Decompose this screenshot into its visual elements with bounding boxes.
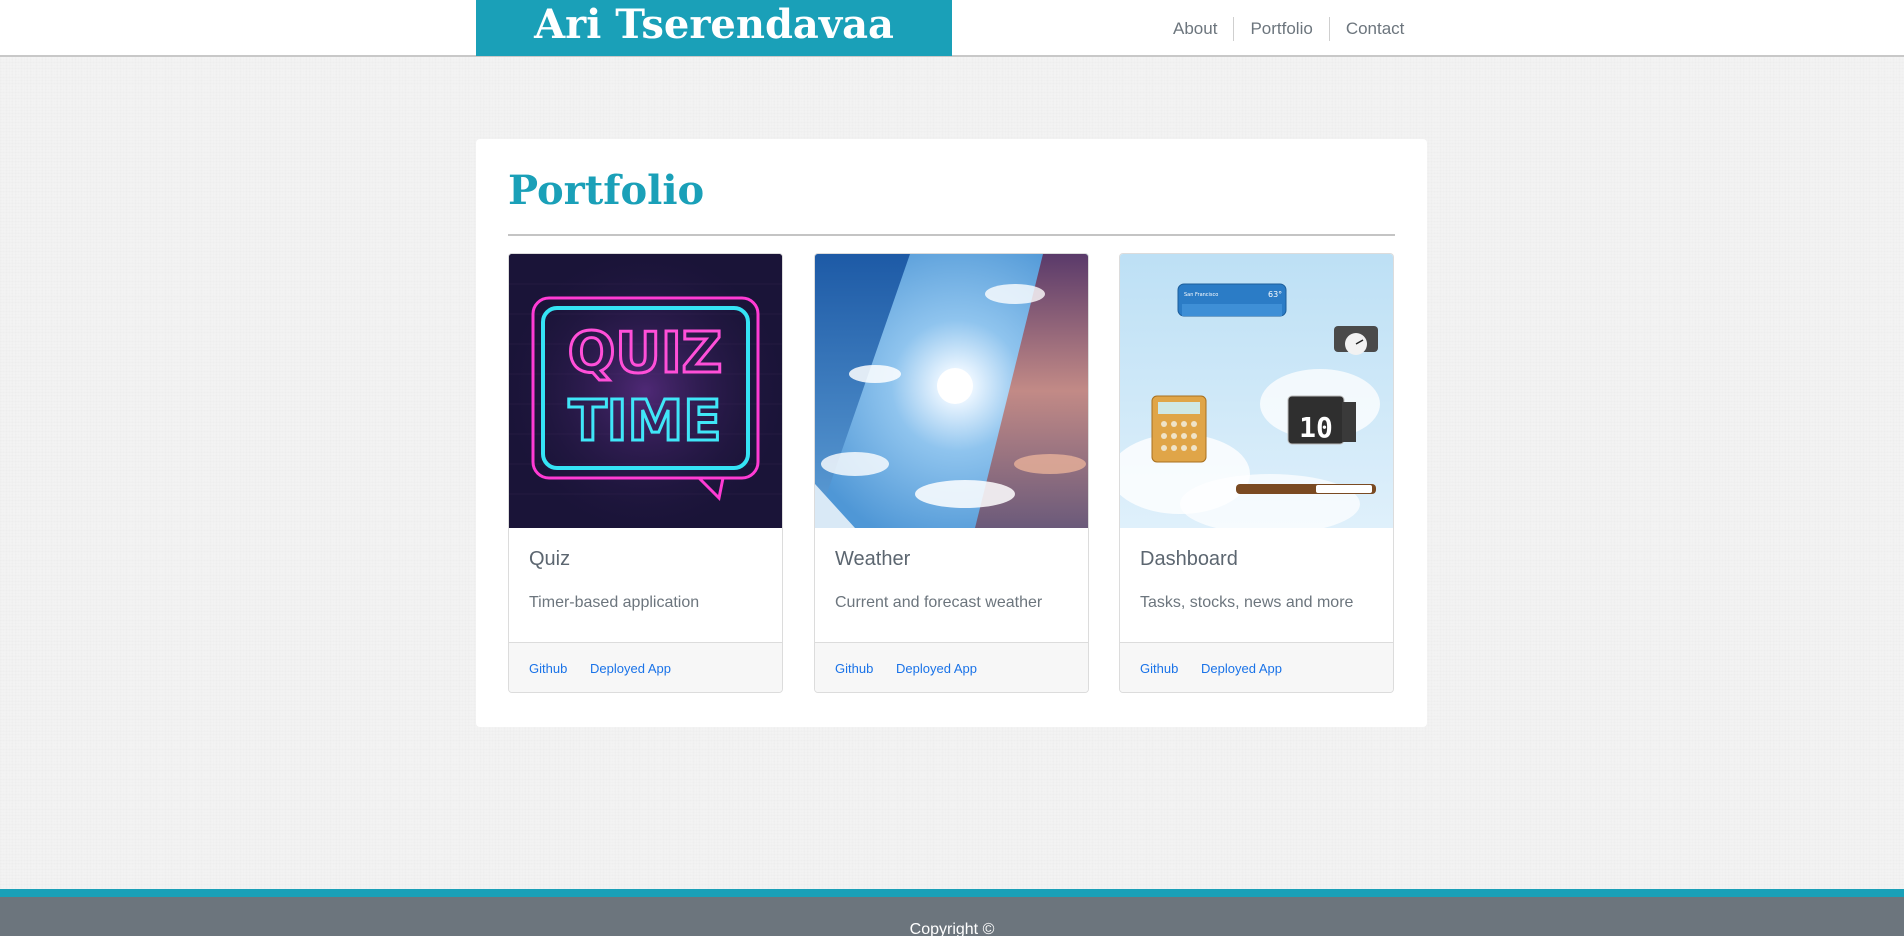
divider [508, 234, 1395, 236]
deployed-app-link[interactable]: Deployed App [896, 661, 977, 676]
brand-title[interactable]: Ari Tserendavaa [476, 0, 952, 56]
main-nav: About Portfolio Contact [1157, 16, 1420, 42]
card-title: Dashboard [1140, 548, 1238, 570]
calendar-date: 10 [1299, 411, 1333, 444]
weather-widget-temp: 63° [1268, 290, 1282, 299]
quiz-sign-word-2: TIME [568, 389, 721, 454]
portfolio-title: Portfolio [508, 167, 705, 214]
deployed-app-link[interactable]: Deployed App [1201, 661, 1282, 676]
weather-sky-image [815, 254, 1088, 528]
card-description: Current and forecast weather [835, 594, 1043, 611]
github-link[interactable]: Github [1140, 661, 1178, 676]
portfolio-panel: Portfolio QUIZ TIME Quiz Timer-based app… [476, 139, 1427, 727]
weather-image [815, 254, 1088, 528]
project-card-quiz: QUIZ TIME Quiz Timer-based application G… [508, 253, 783, 693]
dashboard-image: San Francisco 63° 10 [1120, 254, 1393, 528]
github-link[interactable]: Github [835, 661, 873, 676]
site-header: Ari Tserendavaa About Portfolio Contact [0, 0, 1904, 57]
card-title: Quiz [529, 548, 571, 570]
nav-about[interactable]: About [1157, 17, 1233, 41]
quiz-neon-sign-image: QUIZ TIME [509, 254, 782, 528]
quiz-sign-word-1: QUIZ [568, 321, 723, 386]
dashboard-widgets-image: San Francisco 63° 10 [1120, 254, 1393, 528]
card-footer: Github Deployed App [509, 642, 782, 692]
card-description: Tasks, stocks, news and more [1140, 594, 1354, 611]
nav-contact[interactable]: Contact [1328, 17, 1421, 41]
copyright-text: Copyright © [909, 921, 995, 936]
card-description: Timer-based application [529, 594, 700, 611]
nav-portfolio[interactable]: Portfolio [1233, 17, 1328, 41]
card-title: Weather [835, 548, 911, 570]
weather-widget-city: San Francisco [1184, 292, 1218, 298]
project-card-weather: Weather Current and forecast weather Git… [814, 253, 1089, 693]
card-footer: Github Deployed App [1120, 642, 1393, 692]
card-footer: Github Deployed App [815, 642, 1088, 692]
quiz-image: QUIZ TIME [509, 254, 782, 528]
deployed-app-link[interactable]: Deployed App [590, 661, 671, 676]
github-link[interactable]: Github [529, 661, 567, 676]
site-footer: Copyright © [0, 889, 1904, 936]
project-card-dashboard: San Francisco 63° 10 Dashboard Tasks, st… [1119, 253, 1394, 693]
